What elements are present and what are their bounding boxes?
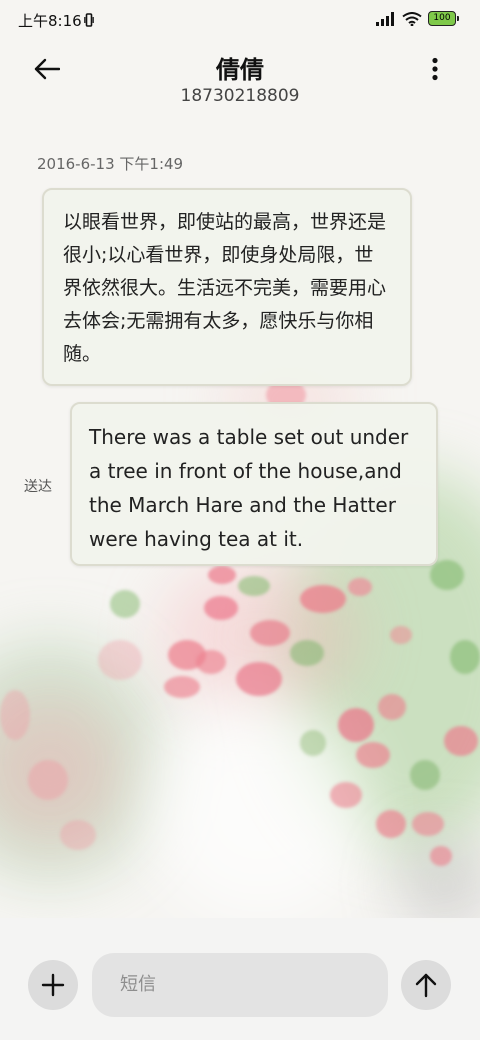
more-options-button[interactable] (420, 54, 450, 84)
received-message-bubble[interactable]: 以眼看世界，即使站的最高，世界还是很小;以心看世界，即使身处局限，世界依然很大。… (42, 188, 412, 386)
status-indicators: 100 (376, 11, 459, 26)
received-message-text: 以眼看世界，即使站的最高，世界还是很小;以心看世界，即使身处局限，世界依然很大。… (63, 211, 387, 365)
delivery-status: 送达 (24, 479, 52, 495)
message-timestamp: 2016-6-13 下午1:49 (37, 155, 184, 173)
contact-phone-number: 18730218809 (180, 86, 300, 106)
battery-icon: 100 (428, 11, 459, 26)
vibrate-icon (84, 13, 94, 27)
sent-message-bubble[interactable]: There was a table set out under a tree i… (70, 402, 438, 566)
sms-input-placeholder: 短信 (120, 974, 156, 995)
sent-message-text: There was a table set out under a tree i… (89, 425, 409, 551)
signal-icon (376, 11, 394, 26)
wifi-icon (402, 11, 422, 26)
send-button[interactable] (401, 960, 451, 1010)
plus-icon (41, 973, 65, 997)
add-attachment-button[interactable] (28, 960, 78, 1010)
status-bar: 上午8:16 100 (0, 0, 480, 40)
status-time: 上午8:16 (18, 12, 82, 30)
sms-input[interactable]: 短信 (92, 953, 388, 1017)
send-arrow-icon (415, 973, 437, 998)
battery-level: 100 (433, 13, 451, 23)
contact-name: 倩倩 (216, 56, 264, 84)
more-vertical-icon (432, 57, 438, 81)
